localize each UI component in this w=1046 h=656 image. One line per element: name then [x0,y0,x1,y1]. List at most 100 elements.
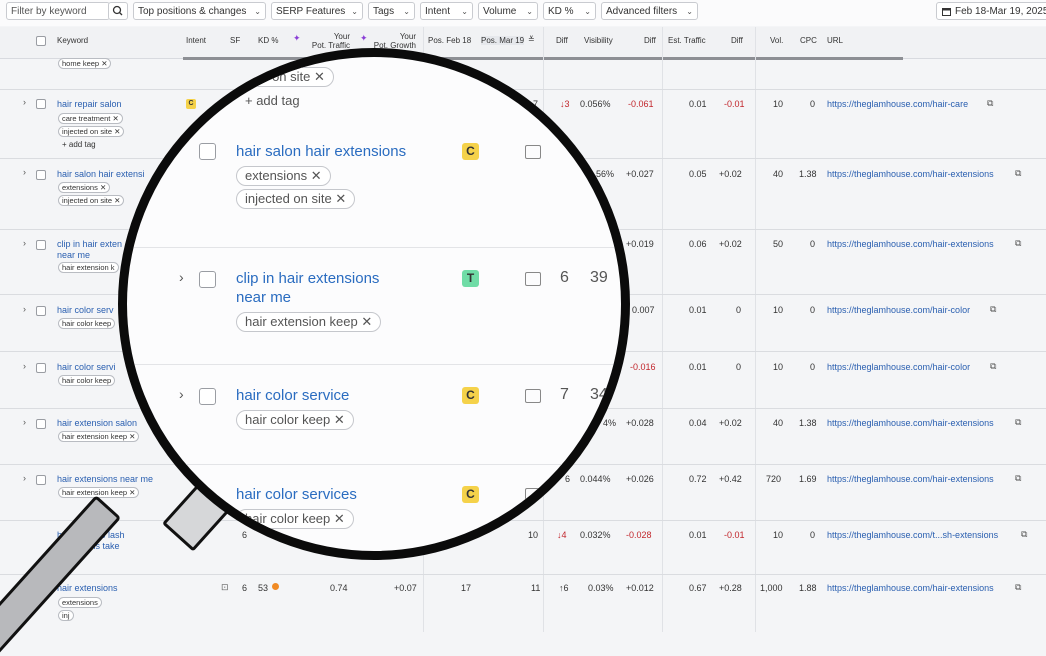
expand-chevron-icon[interactable]: › [23,97,26,107]
tag-chip[interactable]: extensions ✕ [236,166,331,186]
tag-chip[interactable]: extensions [58,597,102,608]
table-row[interactable]: hair salon hair extensions extensions ✕ … [127,127,621,248]
expand-chevron-icon[interactable]: › [23,167,26,177]
select-all-checkbox[interactable] [36,36,46,46]
date-range-picker[interactable]: Feb 18-Mar 19, 2025 [936,2,1046,20]
keyword-link[interactable]: hair repair salon [57,99,122,110]
column-keyword[interactable]: Keyword [57,36,88,45]
external-link-icon[interactable]: ⧉ [1015,168,1021,179]
tag-chip[interactable]: hair color keep [58,318,116,329]
keyword-link[interactable]: hair color servi [57,362,116,373]
column-intent[interactable]: Intent [186,36,206,45]
search-button[interactable] [108,2,128,20]
serp-features-dropdown[interactable]: SERP Features ⌄ [271,2,363,20]
tags-dropdown[interactable]: Tags ⌄ [368,2,415,20]
url-link[interactable]: https://theglamhouse.com/hair-extensions [827,583,994,593]
column-url[interactable]: URL [827,36,843,45]
expand-chevron-icon[interactable]: › [23,473,26,483]
column-pos-mar[interactable]: Pos. Mar 19 [481,36,525,45]
row-checkbox[interactable] [199,388,216,405]
row-checkbox[interactable] [36,99,46,109]
keyword-link[interactable]: hair color service [236,386,349,405]
expand-chevron-icon[interactable]: › [179,386,184,402]
expand-chevron-icon[interactable]: › [23,361,26,371]
tag-chip[interactable]: hair extension keep ✕ [236,312,382,332]
table-row[interactable]: › hair color service hair color keep ✕ C… [127,364,621,465]
row-checkbox[interactable] [36,419,46,429]
keyword-link[interactable]: hair color services [236,485,357,504]
tag-chip[interactable]: hair extension k [58,262,119,273]
keyword-link[interactable]: hair salon hair extensions [236,142,406,161]
column-sf[interactable]: SF [230,36,240,45]
keyword-link[interactable]: hair color serv [57,305,114,316]
add-tag-button[interactable]: + add tag [62,140,96,149]
tag-chip[interactable]: hair color keep ✕ [236,410,354,430]
external-link-icon[interactable]: ⧉ [1015,582,1021,593]
expand-chevron-icon[interactable]: › [23,238,26,248]
expand-chevron-icon[interactable]: › [23,304,26,314]
traffic-diff: -0.01 [724,530,745,540]
external-link-icon[interactable]: ⧉ [990,304,996,315]
row-checkbox[interactable] [199,271,216,288]
url-link[interactable]: https://theglamhouse.com/hair-extensions [827,169,994,179]
table-row[interactable]: › hair extensions extensions inj ⊡ 6 53 … [0,575,1046,632]
external-link-icon[interactable]: ⧉ [1015,473,1021,484]
row-checkbox[interactable] [36,475,46,485]
row-checkbox[interactable] [36,240,46,250]
keyword-filter-input[interactable]: Filter by keyword [6,2,110,20]
tag-chip[interactable]: ed on site ✕ [245,67,334,87]
column-diff[interactable]: Diff [556,36,568,45]
volume-dropdown[interactable]: Volume ⌄ [478,2,538,20]
external-link-icon[interactable]: ⧉ [1021,529,1027,540]
table-row[interactable]: › clip in hair extensions near me hair e… [127,247,621,365]
external-link-icon[interactable]: ⧉ [1015,238,1021,249]
tag-chip[interactable]: hair color keep [58,375,116,386]
url-link[interactable]: https://theglamhouse.com/hair-care [827,99,968,109]
keyword-link[interactable]: hair extension salon [57,418,137,429]
column-volume[interactable]: Vol. [770,36,783,45]
column-cpc[interactable]: CPC [800,36,817,45]
expand-chevron-icon[interactable]: › [179,269,184,285]
row-checkbox[interactable] [199,143,216,160]
intent-dropdown[interactable]: Intent ⌄ [420,2,473,20]
row-checkbox[interactable] [36,306,46,316]
column-visibility-diff[interactable]: Diff [644,36,656,45]
keyword-link[interactable]: clip in hair extensions [236,269,379,288]
row-checkbox[interactable] [36,170,46,180]
row-checkbox[interactable] [36,363,46,373]
tag-chip[interactable]: care treatment ✕ [58,113,123,124]
expand-chevron-icon[interactable]: › [23,417,26,427]
keyword-link[interactable]: clip in hair exten [57,239,122,250]
column-pot-traffic[interactable]: Pot. Traffic [300,41,350,50]
advanced-filters-dropdown[interactable]: Advanced filters ⌄ [601,2,698,20]
column-kd[interactable]: KD % [258,36,278,45]
column-pos-feb[interactable]: Pos. Feb 18 [428,36,471,45]
keyword-link-line2[interactable]: near me [57,250,90,261]
url-link[interactable]: https://theglamhouse.com/hair-color [827,305,970,315]
external-link-icon[interactable]: ⧉ [990,361,996,372]
tag-chip[interactable]: home keep ✕ [58,58,112,69]
url-link[interactable]: https://theglamhouse.com/hair-extensions [827,239,994,249]
tag-chip[interactable]: inj [58,610,74,621]
url-link[interactable]: https://theglamhouse.com/hair-extensions [827,474,994,484]
volume-value: 720 [766,474,782,484]
keyword-link[interactable]: hair extensions [57,583,118,594]
add-tag-button[interactable]: + add tag [245,93,300,108]
top-positions-dropdown[interactable]: Top positions & changes ⌄ [133,2,266,20]
external-link-icon[interactable]: ⧉ [987,98,993,109]
table-row[interactable]: hair color services hair color keep ✕ C [127,464,621,551]
tag-chip[interactable]: hair color keep ✕ [236,509,354,529]
external-link-icon[interactable]: ⧉ [1015,417,1021,428]
column-visibility[interactable]: Visibility [584,36,613,45]
column-est-traffic[interactable]: Est. Traffic [668,36,706,45]
tag-chip[interactable]: injected on site ✕ [58,195,125,206]
tag-chip[interactable]: injected on site ✕ [58,126,125,137]
url-link[interactable]: https://theglamhouse.com/hair-color [827,362,970,372]
column-traffic-diff[interactable]: Diff [731,36,743,45]
url-link[interactable]: https://theglamhouse.com/t...sh-extensio… [827,530,998,540]
keyword-link-line2[interactable]: near me [236,288,291,307]
tag-chip[interactable]: injected on site ✕ [236,189,356,209]
tag-chip[interactable]: extensions ✕ [58,182,111,193]
url-link[interactable]: https://theglamhouse.com/hair-extensions [827,418,994,428]
kd-dropdown[interactable]: KD % ⌄ [543,2,596,20]
